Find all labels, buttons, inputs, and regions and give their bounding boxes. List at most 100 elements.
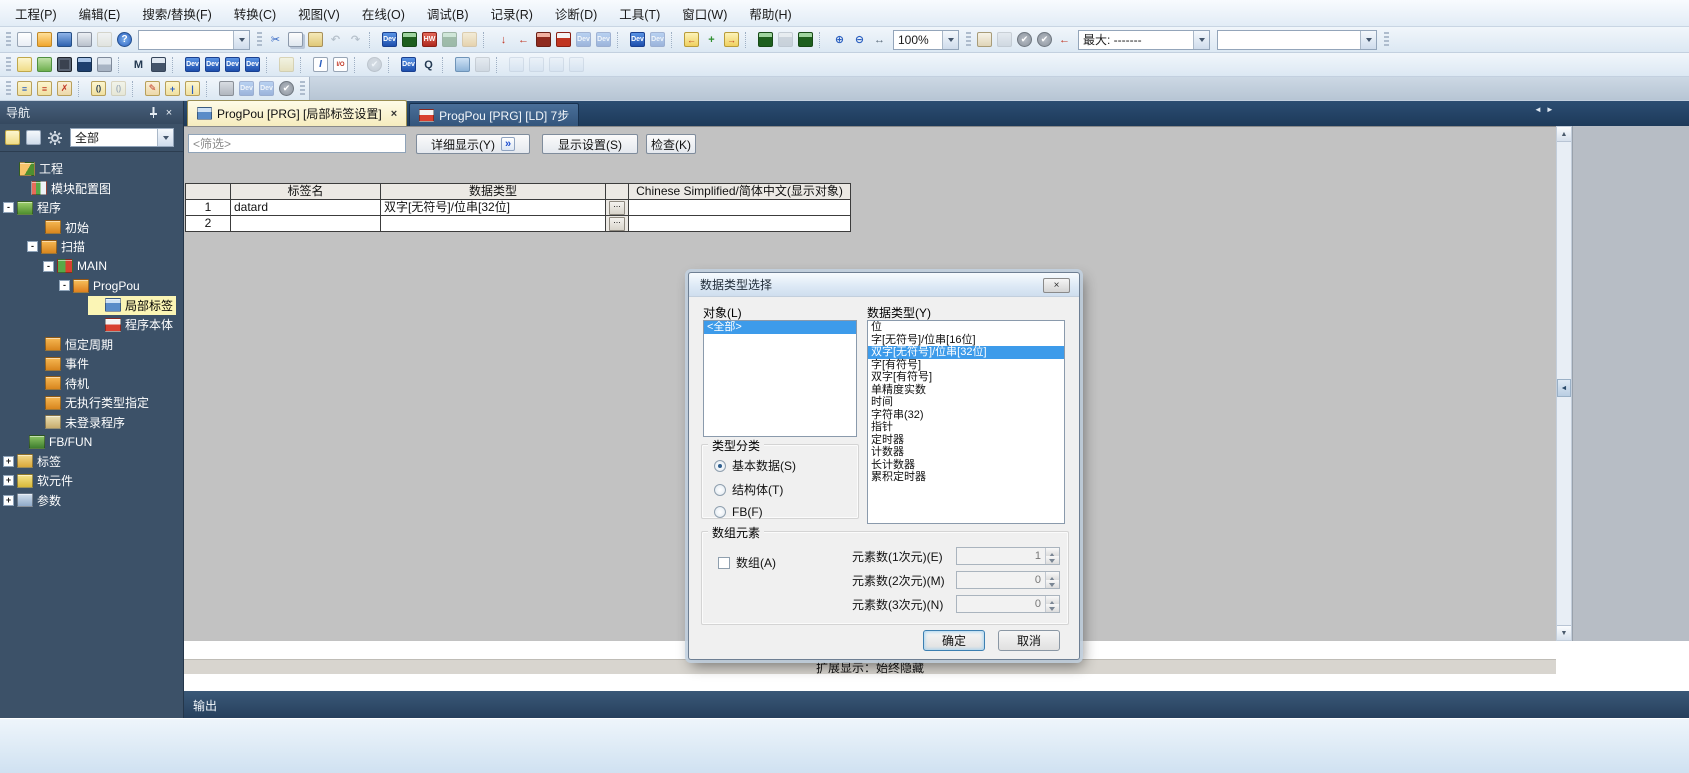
checkbox-icon[interactable] <box>718 557 730 569</box>
ladder-branch-button[interactable]: + <box>163 79 182 98</box>
plc-archive-button[interactable] <box>460 30 479 49</box>
gear-icon[interactable] <box>45 128 64 147</box>
nav-tree-item[interactable]: + 标签 <box>0 452 64 472</box>
nav-tree-item[interactable]: 恒定周期 <box>28 335 116 355</box>
dialog-title-bar[interactable]: 数据类型选择 <box>689 273 1079 297</box>
toolbar-button[interactable] <box>617 32 624 48</box>
label-name-cell[interactable]: datard <box>231 200 381 216</box>
download-button[interactable]: ↓ <box>494 30 513 49</box>
module-config-button[interactable] <box>55 55 74 74</box>
nav-display-mode-button[interactable] <box>3 128 22 147</box>
data-type-list-item[interactable]: 字符串(32) <box>868 409 1064 422</box>
quick-access-combo[interactable] <box>138 30 250 50</box>
data-type-list-item[interactable]: 指针 <box>868 421 1064 434</box>
check-button[interactable]: 检查(K) <box>646 134 696 154</box>
splitter-collapse-icon[interactable]: ◄ <box>1557 379 1571 397</box>
nav-tree-item[interactable]: 工程 <box>2 159 66 179</box>
display-setting-button[interactable]: 显示设置(S) <box>542 134 638 154</box>
ladder-coil-2-button[interactable]: () <box>109 79 128 98</box>
nav-tree-item[interactable]: 待机 <box>28 374 92 394</box>
data-check-button[interactable]: ✔ <box>277 79 296 98</box>
plc-diff-button[interactable] <box>440 30 459 49</box>
type-category-radio[interactable]: FB(F) <box>714 505 796 519</box>
dimension-count-input[interactable]: 1 <box>956 547 1060 565</box>
upload-button[interactable]: ← <box>514 30 533 49</box>
write-to-plc-button[interactable]: Dev <box>380 30 399 49</box>
nav-tree-item[interactable]: - 扫描 <box>24 237 88 257</box>
data-type-list-item[interactable]: 累积定时器 <box>868 471 1064 484</box>
spinner-down-icon[interactable] <box>1046 556 1059 564</box>
device-tool-2-button[interactable]: Dev <box>594 30 613 49</box>
tree-expander-icon[interactable]: - <box>43 261 54 272</box>
data-type-list-item[interactable]: 计数器 <box>868 446 1064 459</box>
data-type-list-item[interactable]: 时间 <box>868 396 1064 409</box>
nav-tree-item[interactable]: + 参数 <box>0 491 64 511</box>
data-type-list-item[interactable]: 双字[无符号]/位串[32位] <box>868 346 1064 359</box>
check-program-button[interactable]: ✔ <box>1015 30 1034 49</box>
docking-window-1-button[interactable] <box>507 55 526 74</box>
menu-item[interactable]: 帮助(H) <box>738 0 802 27</box>
project-tree-button[interactable] <box>15 55 34 74</box>
toolbar-grip[interactable] <box>6 81 11 97</box>
data-type-list-item[interactable]: 定时器 <box>868 434 1064 447</box>
spinner-up-icon[interactable] <box>1046 548 1059 556</box>
ok-button[interactable]: 确定 <box>923 630 985 651</box>
device-monitor-2-button[interactable]: Dev <box>648 30 667 49</box>
dimension-count-input[interactable]: 0 <box>956 595 1060 613</box>
toolbar-button[interactable] <box>206 81 213 97</box>
print-button[interactable] <box>75 30 94 49</box>
toolbar-button[interactable] <box>354 57 361 73</box>
toolbar-button[interactable] <box>78 81 85 97</box>
check-parameter-button[interactable]: ✔ <box>1035 30 1054 49</box>
data-type-list-item[interactable]: 位 <box>868 321 1064 334</box>
toolbar-button[interactable] <box>369 32 376 48</box>
data-type-cell[interactable]: 双字[无符号]/位串[32位] <box>381 200 606 216</box>
ladder-delete-button[interactable]: ✗ <box>55 79 74 98</box>
monitor-screen-button[interactable] <box>534 30 553 49</box>
device-monitor-button[interactable]: Dev <box>628 30 647 49</box>
display-comment-cell[interactable] <box>629 200 851 216</box>
nav-tree-item[interactable]: - 程序 <box>0 198 64 218</box>
toolbar-grip[interactable] <box>1384 32 1389 48</box>
spinner-down-icon[interactable] <box>1046 604 1059 612</box>
menu-item[interactable]: 在线(O) <box>351 0 416 27</box>
data-type-list-item[interactable]: 长计数器 <box>868 459 1064 472</box>
find-in-editor-button[interactable] <box>149 55 168 74</box>
type-browse-button[interactable]: ... <box>609 201 625 215</box>
toolbar-button[interactable] <box>118 57 125 73</box>
object-list-item[interactable]: <全部> <box>704 321 856 334</box>
toolbar-button[interactable] <box>442 57 449 73</box>
scroll-up-icon[interactable]: ▲ <box>1557 127 1571 142</box>
statement-insert-button[interactable]: + <box>702 30 721 49</box>
nav-tree-item[interactable]: 未登录程序 <box>28 413 128 433</box>
object-list[interactable]: <全部> <box>703 320 857 437</box>
pin-icon[interactable] <box>145 105 161 120</box>
toolbar-button[interactable] <box>388 57 395 73</box>
nav-tree-item[interactable]: 局部标签 <box>88 296 176 316</box>
find-button[interactable]: M <box>129 55 148 74</box>
clipboard-special-button[interactable] <box>95 30 114 49</box>
ladder-delete-rung-button[interactable]: ≡ <box>35 79 54 98</box>
toolbar-grip[interactable] <box>6 32 11 48</box>
nav-tree-item[interactable]: 无执行类型指定 <box>28 393 152 413</box>
label-name-cell[interactable] <box>231 216 381 232</box>
monitor-start-button[interactable] <box>756 30 775 49</box>
docking-window-4-button[interactable] <box>567 55 586 74</box>
menu-item[interactable]: 窗口(W) <box>671 0 738 27</box>
snapshot-button[interactable] <box>35 55 54 74</box>
tab-scroll-left-icon[interactable]: ◄ <box>1534 105 1542 114</box>
open-button[interactable] <box>35 30 54 49</box>
tree-expander-icon[interactable]: - <box>3 202 14 213</box>
type-category-radio[interactable]: 结构体(T) <box>714 481 796 498</box>
dimension-count-input[interactable]: 0 <box>956 571 1060 589</box>
data-type-list-item[interactable]: 字[有符号] <box>868 359 1064 372</box>
toolbar-button[interactable] <box>132 81 139 97</box>
statement-prev-button[interactable]: ← <box>682 30 701 49</box>
spinner-down-icon[interactable] <box>1046 580 1059 588</box>
help-button[interactable]: ? <box>115 30 134 49</box>
toolbar-button[interactable] <box>300 57 307 73</box>
data-device-2-button[interactable]: Dev <box>257 79 276 98</box>
toolbar-grip[interactable] <box>257 32 262 48</box>
verify-result-button[interactable]: ✔ <box>365 55 384 74</box>
data-type-list-item[interactable]: 字[无符号]/位串[16位] <box>868 334 1064 347</box>
